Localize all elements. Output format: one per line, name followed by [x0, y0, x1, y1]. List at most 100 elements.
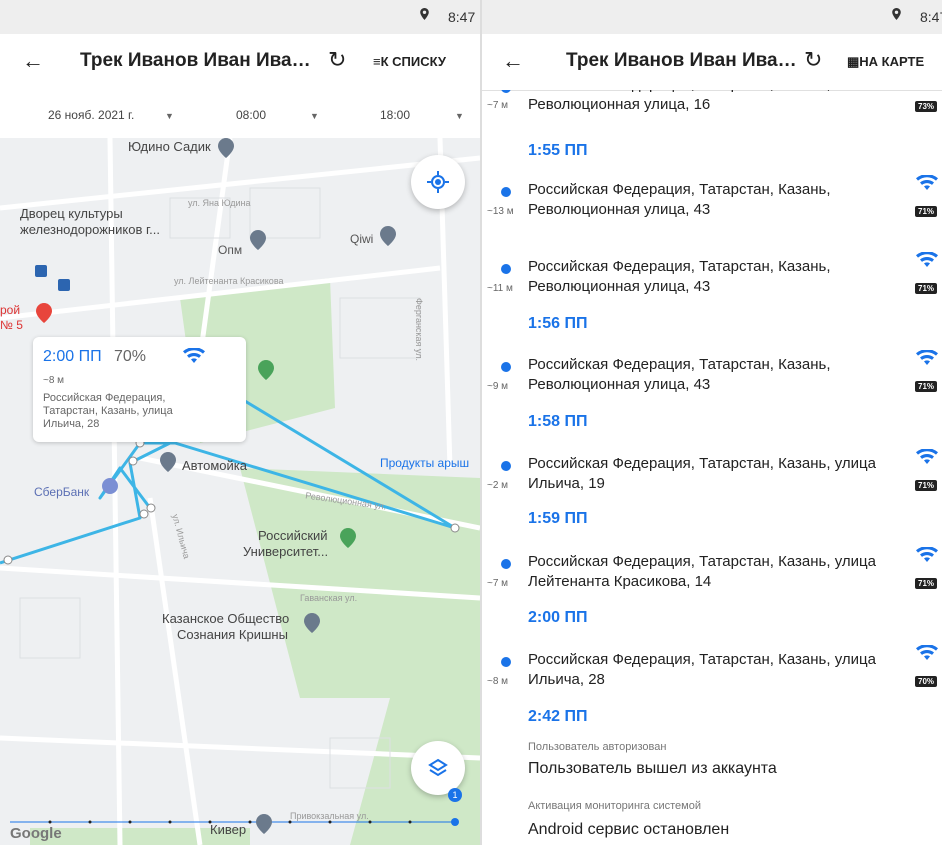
wifi-icon — [916, 449, 938, 464]
poi-pin-icon — [218, 138, 234, 158]
date-time-filter: 26 нояб. 2021 г. ▼ 08:00 ▼ 18:00 ▼ — [0, 90, 480, 139]
poi-produkty[interactable]: Продукты арыш — [380, 456, 469, 470]
street-gavanskaya: Гаванская ул. — [300, 593, 358, 603]
point-address: Российская Федерация, Татарстан, Казань,… — [528, 553, 876, 590]
point-address: Российская Федерация, Татарстан, Казань,… — [528, 455, 876, 492]
list-screen: 8:47 ← Трек Иванов Иван Ива… ↻ ▦НА КАРТЕ… — [482, 0, 942, 845]
event-label: Пользователь авторизован — [528, 741, 667, 753]
street-ferganskaya: Ферганская ул. — [414, 298, 424, 361]
street-krasikova: ул. Лейтенанта Красикова — [174, 276, 284, 286]
poi-pin-green-icon — [258, 360, 274, 380]
chevron-down-icon[interactable]: ▼ — [165, 111, 174, 121]
poi-pin-icon — [250, 230, 266, 250]
street-yana: ул. Яна Юдина — [188, 198, 251, 208]
poi-opm[interactable]: Опм — [218, 243, 242, 257]
event-text[interactable]: Пользователь вышел из аккаунта — [528, 760, 777, 778]
battery-badge: 71% — [915, 206, 938, 217]
time-header: 2:42 ПП — [528, 708, 588, 725]
map-view[interactable]: Юдино Садик Дворец культуры железнодорож… — [0, 138, 480, 845]
popup-distance: ~8 м — [43, 375, 65, 386]
my-location-icon — [427, 171, 449, 193]
poi-university[interactable]: Российский — [258, 528, 328, 543]
time-from-selector[interactable]: 08:00 — [236, 108, 266, 122]
wifi-icon — [916, 175, 938, 190]
point-distance: ~2 м — [487, 480, 509, 491]
wifi-icon — [916, 645, 938, 660]
poi-no5[interactable]: № 5 — [0, 318, 23, 332]
point-address: Российская Федерация, Татарстан, Казань,… — [528, 258, 831, 295]
status-bar: 8:47 — [482, 0, 942, 34]
point-address: Российская Федерация, Татарстан, Казань,… — [528, 181, 831, 218]
google-logo: Google — [10, 825, 62, 842]
poi-pin-icon — [160, 452, 176, 472]
chevron-down-icon[interactable]: ▼ — [310, 111, 319, 121]
poi-dvorec[interactable]: Дворец культуры — [20, 206, 123, 221]
time-header: 1:58 ПП — [528, 413, 588, 430]
poi-roi[interactable]: рой — [0, 303, 20, 317]
poi-pin-green-icon — [340, 528, 356, 548]
to-list-button[interactable]: ≡К СПИСКУ — [373, 54, 446, 69]
poi-avtomoika[interactable]: Автомойка — [182, 458, 247, 473]
poi-krishna[interactable]: Казанское Общество — [162, 611, 289, 626]
poi-kiver[interactable]: Кивер — [210, 822, 246, 837]
event-text[interactable]: Android сервис остановлен — [528, 821, 729, 839]
battery-badge: 71% — [915, 381, 938, 392]
page-title: Трек Иванов Иван Ива… — [80, 50, 311, 71]
popup-time: 2:00 ПП — [43, 348, 102, 365]
point-distance: ~7 м — [487, 578, 509, 589]
poi-sberbank[interactable]: СберБанк — [34, 485, 89, 499]
popup-battery: 70% — [114, 348, 147, 365]
poi-udino[interactable]: Юдино Садик — [128, 139, 211, 154]
time-header: 2:00 ПП — [528, 609, 588, 626]
point-address: Российская Федерация, Татарстан, Казань,… — [528, 356, 831, 393]
refresh-icon[interactable]: ↻ — [328, 47, 346, 73]
point-dot-icon — [501, 362, 511, 372]
point-address: Российская Федерация, Татарстан, Казань,… — [528, 651, 876, 688]
back-arrow-icon[interactable]: ← — [22, 48, 44, 74]
layers-icon — [428, 758, 448, 777]
on-map-button[interactable]: ▦НА КАРТЕ — [847, 54, 924, 70]
wifi-icon — [916, 547, 938, 562]
map-icon: ▦ — [847, 54, 860, 69]
layers-button[interactable]: 1 — [411, 741, 465, 802]
poi-university-2[interactable]: Университет... — [243, 544, 328, 559]
wifi-icon — [916, 252, 938, 267]
date-selector[interactable]: 26 нояб. 2021 г. — [48, 108, 134, 122]
event-label: Активация мониторинга системой — [528, 800, 701, 812]
page-title: Трек Иванов Иван Ива… — [566, 50, 797, 71]
status-time: 8:47 — [448, 9, 476, 25]
point-address: Российская Федерация, Татарстан, Казань,… — [528, 90, 831, 113]
poi-qiwi[interactable]: Qiwi — [350, 232, 373, 246]
poi-dvorec-2[interactable]: железнодорожников г... — [20, 222, 160, 237]
point-dot-icon — [501, 657, 511, 667]
popup-address: Российская Федерация, Татарстан, Казань,… — [43, 392, 173, 430]
time-header: 1:55 ПП — [528, 142, 588, 159]
map-screen: 8:47 ← Трек Иванов Иван Ива… ↻ ≡К СПИСКУ… — [0, 0, 482, 845]
poi-pin-icon — [256, 814, 272, 834]
point-distance: ~9 м — [487, 381, 509, 392]
time-to-selector[interactable]: 18:00 — [380, 108, 410, 122]
point-dot-icon — [501, 559, 511, 569]
poi-pin-icon — [380, 226, 396, 246]
poi-pin-icon — [304, 613, 320, 633]
bus-stop-icon — [35, 265, 47, 277]
to-list-label: К СПИСКУ — [380, 54, 446, 69]
point-distance: ~11 м — [487, 283, 513, 294]
back-arrow-icon[interactable]: ← — [502, 48, 524, 74]
time-header: 1:59 ПП — [528, 510, 588, 527]
poi-krishna-2[interactable]: Сознания Кришны — [177, 627, 288, 642]
bank-icon — [102, 478, 118, 494]
point-info-popup[interactable]: 2:00 ПП 70% ~8 м Российская Федерация, Т… — [33, 337, 246, 442]
point-dot-icon — [501, 264, 511, 274]
chevron-down-icon[interactable]: ▼ — [455, 111, 464, 121]
on-map-label: НА КАРТЕ — [859, 54, 925, 69]
street-privokzal: Привокзальная ул. — [290, 811, 369, 821]
app-bar: ← Трек Иванов Иван Ива… ↻ ▦НА КАРТЕ — [482, 34, 942, 91]
track-point-list: Российская Федерация, Татарстан, Казань,… — [482, 90, 942, 845]
my-location-button[interactable] — [411, 155, 465, 209]
bus-stop-icon — [58, 279, 70, 291]
battery-badge: 70% — [915, 676, 938, 687]
battery-badge: 73% — [915, 101, 938, 112]
refresh-icon[interactable]: ↻ — [804, 47, 822, 73]
wifi-icon — [183, 348, 205, 363]
